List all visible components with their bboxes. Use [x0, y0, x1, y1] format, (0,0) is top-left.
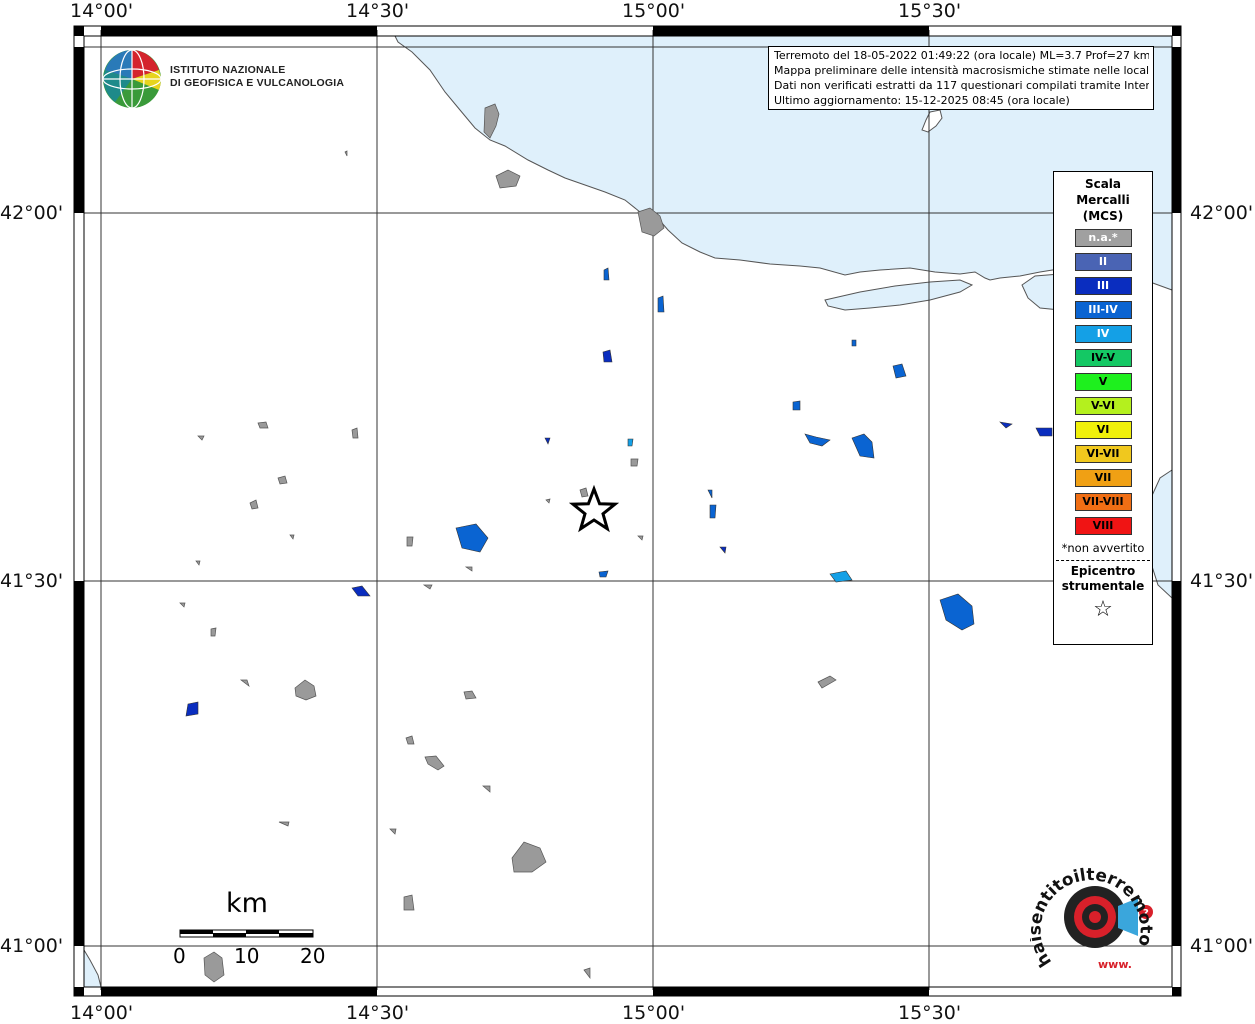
scale-label-10: 10	[234, 944, 260, 968]
legend-epicenter-1: Epicentro	[1070, 564, 1136, 578]
sea-bottom-left	[83, 948, 102, 988]
legend-star-icon: ☆	[1093, 597, 1113, 622]
haisentito-url: www.	[1098, 958, 1132, 971]
legend-swatch-2: III	[1074, 277, 1132, 295]
lon-label-top-3: 15°00'	[622, 0, 686, 22]
legend-swatch-5: IV-V	[1074, 349, 1132, 367]
scale-bar	[179, 929, 314, 938]
legend-epicenter-label: Epicentro strumentale	[1054, 564, 1152, 594]
legend-title-3: (MCS)	[1082, 209, 1124, 223]
info-line-2: Mappa preliminare delle intensità macros…	[774, 64, 1149, 77]
lat-label-right-1: 42°00'	[1190, 202, 1254, 224]
legend-separator	[1056, 560, 1150, 561]
legend-swatch-10: VII	[1074, 469, 1132, 487]
lon-label-bottom-3: 15°00'	[622, 1002, 686, 1024]
lat-label-left-3: 41°00'	[0, 935, 64, 957]
scale-label-20: 20	[300, 944, 326, 968]
legend-title-2: Mercalli	[1076, 193, 1130, 207]
earthquake-info-box: Terremoto del 18-05-2022 01:49:22 (ora l…	[768, 46, 1154, 110]
lon-label-top-2: 14°30'	[346, 0, 410, 22]
lon-label-bottom-4: 15°30'	[898, 1002, 962, 1024]
legend-swatch-12: VIII	[1074, 517, 1132, 535]
institute-line-1: ISTITUTO NAZIONALE	[170, 64, 286, 76]
legend-title: Scala Mercalli (MCS)	[1054, 176, 1152, 224]
legend-epicenter-2: strumentale	[1061, 579, 1145, 593]
legend-swatch-3: III-IV	[1074, 301, 1132, 319]
mcs-legend: Scala Mercalli (MCS) n.a.* II III III-IV IV I…	[1053, 171, 1153, 645]
legend-swatch-6: V	[1074, 373, 1132, 391]
institute-line-2: DI GEOFISICA E VULCANOLOGIA	[170, 77, 345, 89]
legend-swatch-11: VII-VIII	[1074, 493, 1132, 511]
towns-intensity	[185, 267, 1053, 717]
legend-swatch-8: VI	[1074, 421, 1132, 439]
lagoon	[824, 279, 974, 311]
lat-label-left-1: 42°00'	[0, 202, 64, 224]
lon-label-top-4: 15°30'	[898, 0, 962, 22]
lon-label-bottom-2: 14°30'	[346, 1002, 410, 1024]
legend-swatch-4: IV	[1074, 325, 1132, 343]
legend-swatch-7: V-VI	[1074, 397, 1132, 415]
legend-swatch-9: VI-VII	[1074, 445, 1132, 463]
lat-label-right-3: 41°00'	[1190, 935, 1254, 957]
legend-items: n.a.* II III III-IV IV IV-V V V-VI VI VI-VII VII VI…	[1054, 229, 1152, 535]
scale-label-0: 0	[173, 944, 186, 968]
legend-title-1: Scala	[1084, 177, 1122, 191]
scale-unit: km	[226, 888, 268, 919]
lat-label-right-2: 41°30'	[1190, 570, 1254, 592]
info-line-3: Dati non verificati estratti da 117 ques…	[774, 79, 1149, 92]
ingv-logo	[102, 49, 162, 109]
info-line-1: Terremoto del 18-05-2022 01:49:22 (ora l…	[774, 49, 1149, 62]
lon-label-top-1: 14°00'	[70, 0, 134, 22]
lon-label-bottom-1: 14°00'	[70, 1002, 134, 1024]
epicenter-star[interactable]	[568, 484, 620, 533]
info-line-4: Ultimo aggiornamento: 15-12-2025 08:45 (…	[774, 94, 1070, 107]
legend-note: *non avvertito	[1061, 541, 1145, 555]
lat-label-left-2: 41°30'	[0, 570, 64, 592]
legend-swatch-0: n.a.*	[1074, 229, 1132, 247]
institute-name: ISTITUTO NAZIONALE DI GEOFISICA E VULCAN…	[170, 64, 344, 90]
haisentito-logo[interactable]: ? haisentitoilterremoto.it www.	[1030, 862, 1160, 982]
legend-swatch-1: II	[1074, 253, 1132, 271]
